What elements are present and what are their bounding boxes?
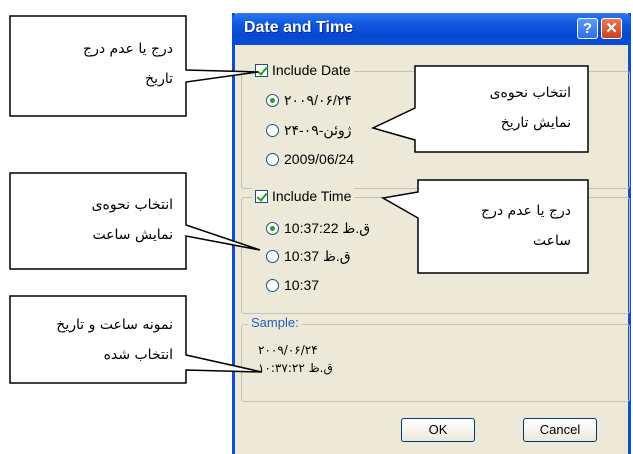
radio-icon[interactable] [266,124,279,137]
callout-sample: نمونه ساعت و تاریخ انتخاب شده [56,310,173,370]
radio-selected-icon[interactable] [266,94,279,107]
include-time-label: Include Time [272,188,352,204]
sample-date: ۲۰۰۹/۰۶/۲۴ [258,343,318,357]
radio-icon[interactable] [266,278,279,292]
date-option-label: 2009/06/24 [284,151,355,167]
close-button[interactable]: ✕ [601,18,622,39]
radio-icon[interactable] [266,250,279,263]
callout-date-format-line1: انتخاب نحوه‌ی [489,85,571,101]
sample-group: Sample: ۲۰۰۹/۰۶/۲۴ ۱۰:۳۷:۲۲ ق.ظ [241,315,630,402]
radio-selected-icon[interactable] [266,222,279,235]
time-option-label: 10:37 ق.ظ [284,248,351,264]
date-time-dialog: Date and Time ? ✕ Include Date ۲۰۰۹/۰۶/۲… [232,13,631,454]
checkbox-checked-icon[interactable] [255,63,268,77]
include-time-checkbox[interactable]: Include Time [252,188,355,204]
callout-time-format-line1: انتخاب نحوه‌ی [91,197,173,213]
date-option-label: ۲۰۰۹/۰۶/۲۴ [284,92,352,108]
callout-include-time-line2: ساعت [532,233,571,249]
callout-include-date-line2: تاریخ [145,71,173,87]
time-option-0[interactable]: 10:37:22 ق.ظ [266,220,370,237]
date-option-0[interactable]: ۲۰۰۹/۰۶/۲۴ [266,92,352,109]
ok-button[interactable]: OK [401,418,475,442]
callout-sample-line2: انتخاب شده [103,347,173,363]
date-option-1[interactable]: ۲۴-ژوئن-۰۹ [266,122,352,139]
include-date-label: Include Date [272,62,351,78]
callout-include-time: درج یا عدم درج ساعت [481,196,571,256]
time-group: Include Time 10:37:22 ق.ظ 10:37 ق.ظ 10:3… [241,188,630,314]
callout-time-format: انتخاب نحوه‌ی نمایش ساعت [92,190,173,250]
include-date-checkbox[interactable]: Include Date [252,62,354,78]
callout-date-format-line2: نمایش تاریخ [500,115,571,131]
callout-include-time-line1: درج یا عدم درج [481,203,571,219]
time-option-1[interactable]: 10:37 ق.ظ [266,248,351,265]
callout-include-date-line1: درج یا عدم درج [83,41,173,57]
date-option-label: ۲۴-ژوئن-۰۹ [284,122,352,138]
callout-sample-line1: نمونه ساعت و تاریخ [56,317,173,333]
dialog-title: Date and Time [244,19,354,36]
time-option-label: 10:37 [284,277,320,293]
time-option-2[interactable]: 10:37 [266,277,319,293]
date-option-2[interactable]: 2009/06/24 [266,151,354,167]
help-button[interactable]: ? [577,18,598,39]
callout-include-date: درج یا عدم درج تاریخ [83,34,173,94]
sample-label: Sample: [248,315,302,330]
callout-date-format: انتخاب نحوه‌ی نمایش تاریخ [490,78,571,138]
date-group: Include Date ۲۰۰۹/۰۶/۲۴ ۲۴-ژوئن-۰۹ 2009/… [241,62,630,189]
checkbox-checked-icon[interactable] [255,189,268,203]
time-option-label: 10:37:22 ق.ظ [284,220,371,236]
callout-time-format-line2: نمایش ساعت [92,227,173,243]
title-bar: Date and Time ? ✕ [232,13,631,45]
sample-time: ۱۰:۳۷:۲۲ ق.ظ [258,361,333,375]
cancel-button[interactable]: Cancel [523,418,597,442]
radio-icon[interactable] [266,152,279,166]
